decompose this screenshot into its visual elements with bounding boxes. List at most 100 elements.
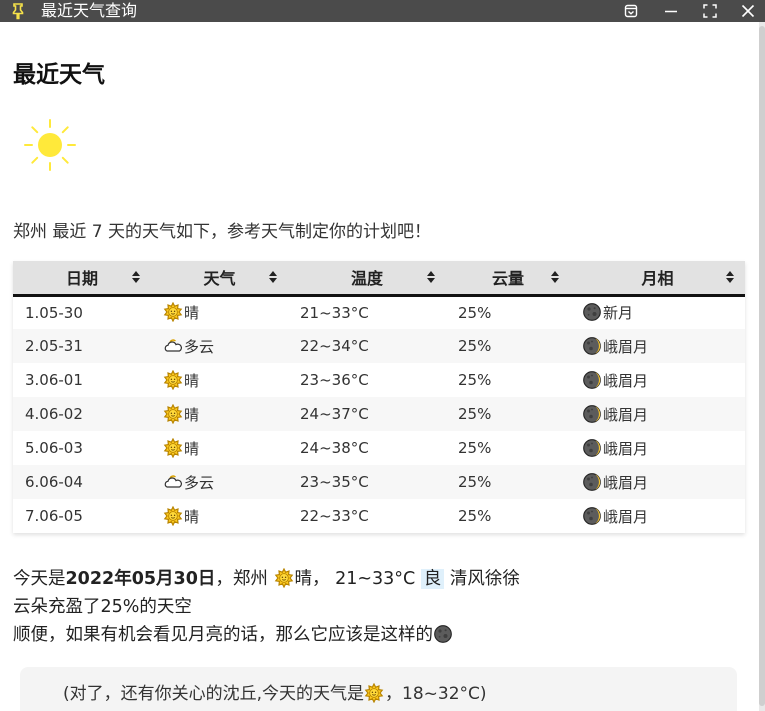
sunny-icon [163, 369, 183, 390]
header-cloud[interactable]: 云量 [446, 261, 570, 297]
header-date[interactable]: 日期 [13, 261, 151, 297]
pin-icon[interactable] [9, 2, 27, 20]
page-heading: 最近天气 [13, 62, 105, 88]
table-row: 2.05-31 多云 22~34°C 25% 峨眉月 [13, 329, 745, 363]
sunny-icon [163, 437, 183, 458]
cloudy-icon [163, 336, 183, 356]
sun-icon [24, 119, 76, 171]
table-row: 5.06-03 晴 24~38°C 25% 峨眉月 [13, 431, 745, 465]
cell-cloud: 25% [458, 303, 492, 322]
topmost-button[interactable] [615, 0, 647, 22]
summary-wind: 清风徐徐 [444, 569, 520, 589]
crescent-moon-icon [582, 438, 602, 458]
header-temp[interactable]: 温度 [288, 261, 446, 297]
table-row: 1.05-30 晴 21~33°C 25% 新月 [13, 295, 745, 329]
cell-temp: 23~36°C [300, 371, 369, 389]
header-label: 天气 [203, 269, 236, 289]
header-label: 月相 [641, 269, 674, 289]
cell-temp: 21~33°C [300, 303, 369, 322]
scrollbar-thumb[interactable] [759, 26, 765, 706]
crescent-moon-icon [582, 506, 602, 526]
close-icon [741, 4, 755, 18]
weather-label: 晴 [184, 371, 200, 390]
cell-cloud: 25% [458, 439, 492, 457]
cell-cloud: 25% [458, 337, 492, 355]
fullscreen-icon [703, 4, 717, 18]
weather-label: 多云 [184, 337, 215, 356]
cell-date: 4.06-02 [25, 405, 83, 423]
summary-date: 2022年05月30日 [65, 569, 216, 589]
weather-label: 多云 [184, 473, 215, 492]
cell-temp: 23~35°C [300, 473, 369, 491]
sunny-icon [274, 567, 294, 589]
cell-moon: 峨眉月 [570, 397, 745, 431]
summary-city: ，郑州 [215, 569, 274, 589]
cell-date: 1.05-30 [25, 303, 83, 322]
moon-label: 新月 [603, 304, 634, 323]
minimize-icon [665, 10, 677, 13]
cell-weather: 晴 [151, 295, 288, 329]
main-content: 最近天气 郑州 最近 7 天的天气如下，参考天气制定你的计划吧！ 日期 天气 温… [0, 22, 759, 711]
cell-temp: 24~37°C [300, 405, 369, 423]
header-label: 云量 [491, 269, 524, 289]
close-button[interactable] [732, 0, 764, 22]
cell-moon: 峨眉月 [570, 499, 745, 533]
minimize-button[interactable] [655, 0, 687, 22]
cell-temp: 22~34°C [300, 337, 369, 355]
sort-icon[interactable] [268, 270, 278, 284]
summary-line-1: 今天是2022年05月30日，郑州 晴， 21~33°C 良 清风徐徐 [13, 565, 520, 593]
new-moon-icon [433, 624, 453, 644]
cell-weather: 多云 [151, 465, 288, 499]
cell-date: 6.06-04 [25, 473, 83, 491]
moon-label: 峨眉月 [603, 405, 649, 424]
cell-cloud: 25% [458, 507, 492, 525]
weather-table: 日期 天气 温度 云量 月相 1.05-30 晴 21~33°C 25% 新月 2.05-… [13, 261, 745, 533]
cloudy-icon [163, 472, 183, 492]
sort-icon[interactable] [725, 270, 735, 284]
cell-moon: 新月 [570, 295, 745, 329]
fullscreen-button[interactable] [694, 0, 726, 22]
weather-label: 晴 [184, 439, 200, 458]
moon-label: 峨眉月 [603, 473, 649, 492]
window-title: 最近天气查询 [41, 1, 138, 20]
sort-icon[interactable] [426, 270, 436, 284]
crescent-moon-icon [582, 472, 602, 492]
header-moon[interactable]: 月相 [570, 261, 745, 297]
table-row: 3.06-01 晴 23~36°C 25% 峨眉月 [13, 363, 745, 397]
moon-label: 峨眉月 [603, 439, 649, 458]
summary-prefix: 今天是 [13, 569, 66, 589]
summary-weather: 晴， [294, 569, 330, 589]
cell-moon: 峨眉月 [570, 363, 745, 397]
cell-temp: 22~33°C [300, 507, 369, 525]
cell-weather: 多云 [151, 329, 288, 363]
table-row: 4.06-02 晴 24~37°C 25% 峨眉月 [13, 397, 745, 431]
crescent-moon-icon [582, 370, 602, 390]
sunny-icon [163, 505, 183, 526]
summary-line-3: 顺便，如果有机会看见月亮的话，那么它应该是这样的 [13, 621, 520, 649]
cell-moon: 峨眉月 [570, 329, 745, 363]
cell-date: 5.06-03 [25, 439, 83, 457]
note-text: (对了，还有你关心的沈丘,今天的天气是 ，18~32°C) [63, 679, 487, 704]
header-weather[interactable]: 天气 [151, 261, 288, 297]
table-row: 6.06-04 多云 23~35°C 25% 峨眉月 [13, 465, 745, 499]
cell-cloud: 25% [458, 371, 492, 389]
today-summary: 今天是2022年05月30日，郑州 晴， 21~33°C 良 清风徐徐 云朵充盈… [13, 565, 520, 649]
note-text-after: ，18~32°C) [385, 684, 487, 704]
summary-temp: 21~33°C [329, 569, 421, 589]
sort-icon[interactable] [131, 270, 141, 284]
cell-weather: 晴 [151, 499, 288, 533]
cell-weather: 晴 [151, 363, 288, 397]
moon-label: 峨眉月 [603, 337, 649, 356]
sunny-icon [163, 301, 183, 323]
sort-icon[interactable] [550, 270, 560, 284]
weather-label: 晴 [184, 405, 200, 424]
moon-label: 峨眉月 [603, 371, 649, 390]
weather-label: 晴 [184, 304, 200, 323]
summary-line-2: 云朵充盈了25%的天空 [13, 597, 192, 617]
title-bar: 最近天气查询 [0, 0, 765, 22]
cell-weather: 晴 [151, 397, 288, 431]
cell-moon: 峨眉月 [570, 465, 745, 499]
cell-date: 3.06-01 [25, 371, 83, 389]
vertical-scrollbar[interactable] [759, 22, 765, 711]
table-row: 7.06-05 晴 22~33°C 25% 峨眉月 [13, 499, 745, 533]
